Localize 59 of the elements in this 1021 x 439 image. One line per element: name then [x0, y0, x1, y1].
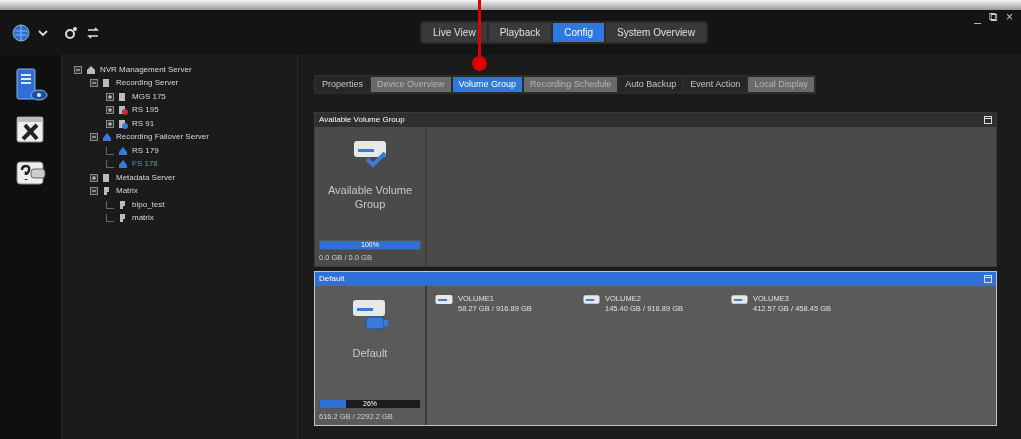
drive-icon	[583, 294, 600, 305]
server-icon[interactable]	[13, 67, 48, 103]
nav-tab[interactable]: Config	[553, 23, 605, 42]
restore-button[interactable]: ⧉	[989, 11, 998, 23]
minimize-button[interactable]: _	[974, 11, 981, 23]
group-name: Default	[352, 346, 388, 360]
expand-icon[interactable]	[106, 106, 114, 115]
group-name: Available Volume Group	[326, 183, 414, 211]
server-node-icon	[118, 118, 128, 129]
settings-icon[interactable]	[64, 25, 78, 40]
tree-item[interactable]: Matrix	[116, 185, 138, 198]
collapse-icon[interactable]	[90, 133, 98, 142]
panel-title: Available Volume Group	[319, 114, 405, 126]
matrix-node-icon	[118, 213, 128, 224]
server-node-icon	[118, 91, 128, 102]
drive-camera-icon	[350, 298, 390, 332]
server-node-icon	[102, 172, 112, 183]
server-node-icon	[102, 78, 112, 89]
chevron-down-icon[interactable]	[38, 28, 48, 37]
expand-icon[interactable]	[106, 92, 114, 101]
tree-item[interactable]: FS 178	[132, 158, 158, 171]
failover-node-icon	[118, 159, 128, 170]
collapse-icon[interactable]	[74, 65, 82, 74]
nav-tab[interactable]: System Overview	[606, 23, 706, 42]
subpage-tab[interactable]: Event Action	[684, 77, 747, 92]
annotation-line	[478, 0, 481, 58]
drive-icon	[435, 294, 453, 305]
tree-item[interactable]: RS 179	[132, 144, 159, 157]
subpage-tab[interactable]: Auto Backup	[619, 77, 683, 92]
tree-item[interactable]: Metadata Server	[116, 171, 176, 184]
expand-icon[interactable]	[106, 119, 114, 128]
tree-item[interactable]: RS 91	[132, 117, 155, 130]
nav-tab[interactable]: Live View	[422, 23, 487, 42]
collapse-icon[interactable]	[90, 79, 98, 88]
tree-item[interactable]: Recording Server	[116, 77, 179, 90]
nav-tab[interactable]: Playback	[488, 23, 552, 42]
tools-icon[interactable]	[14, 115, 47, 145]
tree-item[interactable]: matrix	[132, 212, 154, 225]
collapse-icon[interactable]	[90, 187, 98, 196]
swap-icon[interactable]	[86, 25, 100, 40]
failover-node-icon	[118, 145, 128, 156]
expand-icon[interactable]	[90, 173, 98, 182]
drive-check-icon	[351, 139, 389, 169]
tree-item[interactable]: bipo_test	[132, 198, 165, 211]
drive-icon	[731, 294, 748, 305]
matrix-node-icon	[118, 199, 128, 210]
globe-icon[interactable]	[12, 23, 30, 42]
failover-node-icon	[102, 132, 112, 143]
maximize-icon[interactable]	[984, 116, 992, 124]
matrix-node-icon	[102, 186, 112, 197]
close-button[interactable]: ×	[1006, 11, 1013, 23]
tree-item[interactable]: Recording Failover Server	[116, 131, 209, 144]
tree-item[interactable]: RS 195	[132, 104, 159, 117]
subpage-tab[interactable]: Volume Group	[452, 77, 523, 92]
tree-item[interactable]: NVR Management Server	[100, 63, 192, 76]
panel-title: Default	[319, 273, 345, 285]
tree-item[interactable]: MGS 175	[132, 90, 166, 103]
server-node-icon	[118, 105, 128, 116]
subpage-tab[interactable]: Properties	[316, 77, 370, 92]
